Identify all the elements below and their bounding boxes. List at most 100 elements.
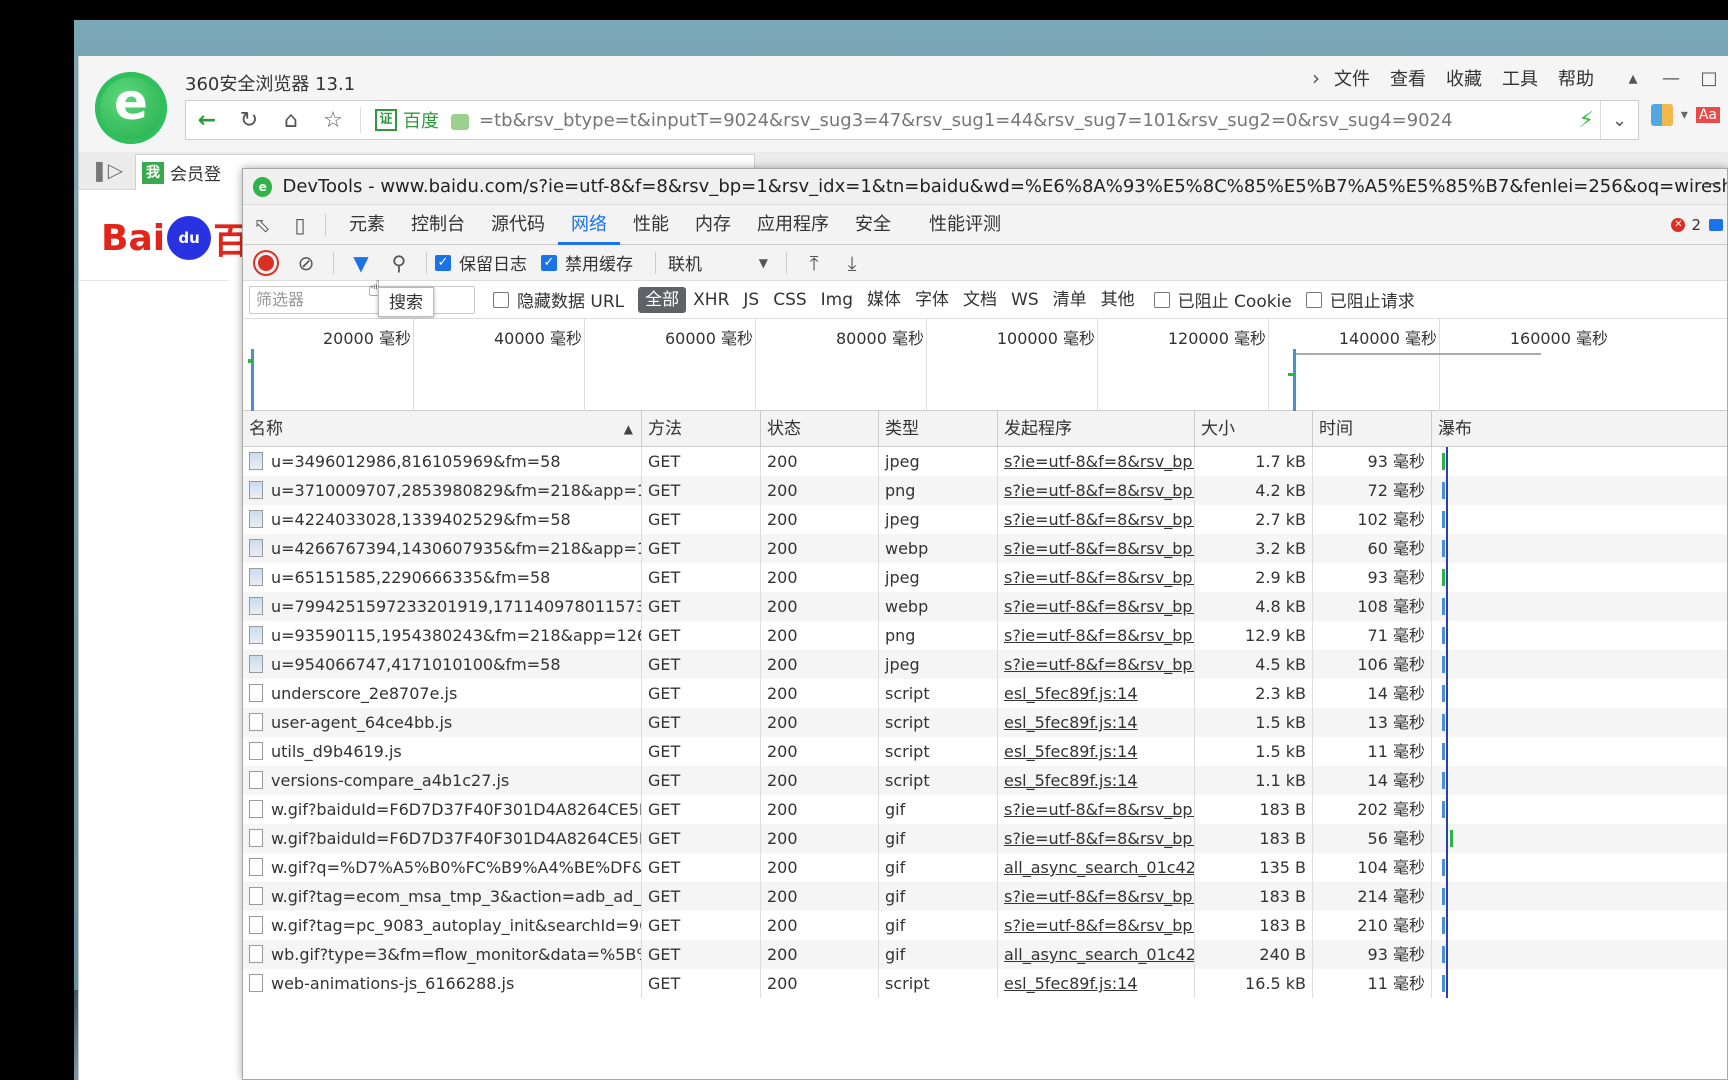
search-icon[interactable]: ⚲ xyxy=(380,246,418,280)
request-initiator[interactable]: s?ie=utf-8&f=8&rsv_bp... xyxy=(998,534,1195,563)
request-initiator[interactable]: esl_5fec89f.js:14 xyxy=(998,766,1195,795)
column-header-size[interactable]: 大小 xyxy=(1195,411,1313,447)
table-row[interactable]: underscore_2e8707e.js GET 200 script esl_5fe… xyxy=(243,679,1727,708)
request-initiator[interactable]: s?ie=utf-8&f=8&rsv_bp... xyxy=(998,563,1195,592)
type-filter-img[interactable]: Img xyxy=(814,287,860,313)
table-row[interactable]: w.gif?q=%D7%A5%B0%FC%B9%A4%BE%DF&f... GET… xyxy=(243,853,1727,882)
type-filter-doc[interactable]: 文档 xyxy=(956,287,1004,313)
column-header-waterfall[interactable]: 瀑布 xyxy=(1432,411,1727,447)
reload-icon[interactable]: ↻ xyxy=(228,101,270,139)
table-row[interactable]: u=4224033028,1339402529&fm=58 GET 200 jpeg s… xyxy=(243,505,1727,534)
site-identity[interactable]: 证 百度 xyxy=(375,107,439,133)
request-initiator[interactable]: esl_5fec89f.js:14 xyxy=(998,708,1195,737)
type-filter-all[interactable]: 全部 xyxy=(638,286,687,313)
skin-icon[interactable]: ▴ xyxy=(1614,64,1652,92)
menu-item-help[interactable]: 帮助 xyxy=(1558,65,1594,91)
disable-cache-checkbox[interactable]: ✓ 禁用缓存 xyxy=(541,250,633,275)
tab-performance[interactable]: 性能 xyxy=(620,205,682,245)
tab-network[interactable]: 网络 xyxy=(558,205,620,245)
record-button[interactable] xyxy=(255,251,277,274)
column-header-method[interactable]: 方法 xyxy=(642,411,761,447)
type-filter-css[interactable]: CSS xyxy=(766,287,813,313)
address-dropdown-icon[interactable]: ⌄ xyxy=(1600,101,1638,139)
table-row[interactable]: u=3496012986,816105969&fm=58 GET 200 jpeg s?… xyxy=(243,447,1727,476)
home-icon[interactable]: ⌂ xyxy=(270,101,312,139)
request-initiator[interactable]: s?ie=utf-8&f=8&rsv_bp... xyxy=(998,447,1195,476)
type-filter-manifest[interactable]: 清单 xyxy=(1046,287,1094,313)
table-row[interactable]: w.gif?tag=pc_9083_autoplay_init&searchId… xyxy=(243,911,1727,940)
tab-security[interactable]: 安全 xyxy=(842,205,904,245)
table-row[interactable]: u=3710009707,2853980829&fm=218&app=12...… xyxy=(243,476,1727,505)
translate-icon[interactable]: Aa xyxy=(1695,107,1720,123)
table-row[interactable]: wb.gif?type=3&fm=flow_monitor&data=%5B%.… xyxy=(243,940,1727,969)
column-header-status[interactable]: 状态 xyxy=(761,411,879,447)
table-row[interactable]: w.gif?baiduId=F6D7D37F40F301D4A8264CE5D9… xyxy=(243,824,1727,853)
speed-mode-icon[interactable]: ⚡ xyxy=(1579,108,1594,133)
export-har-icon[interactable]: ⤓ xyxy=(833,246,871,280)
menu-item-tools[interactable]: 工具 xyxy=(1502,65,1538,91)
throttling-select[interactable]: 联机 ▼ xyxy=(668,250,768,275)
type-filter-ws[interactable]: WS xyxy=(1004,287,1046,313)
request-initiator[interactable]: s?ie=utf-8&f=8&rsv_bp... xyxy=(998,882,1195,911)
menu-item-favorites[interactable]: 收藏 xyxy=(1446,65,1482,91)
network-overview[interactable]: 20000 毫秒 40000 毫秒 60000 毫秒 80000 毫秒 1000… xyxy=(243,319,1727,411)
inspect-element-icon[interactable]: ⬁ xyxy=(243,207,281,243)
url-input[interactable]: =tb&rsv_btype=t&inputT=9024&rsv_sug3=47&… xyxy=(479,110,1573,131)
maximize-button[interactable]: □ xyxy=(1690,64,1728,92)
request-initiator[interactable]: esl_5fec89f.js:14 xyxy=(998,737,1195,766)
table-row[interactable]: utils_d9b4619.js GET 200 script esl_5fec89f.… xyxy=(243,737,1727,766)
request-initiator[interactable]: s?ie=utf-8&f=8&rsv_bp... xyxy=(998,650,1195,679)
sidebar-toggle-icon[interactable]: ❚▷ xyxy=(91,158,123,182)
table-row[interactable]: u=7994251597233201919,17114097801157336.… xyxy=(243,592,1727,621)
request-initiator[interactable]: all_async_search_01c42... xyxy=(998,940,1195,969)
request-initiator[interactable]: s?ie=utf-8&f=8&rsv_bp... xyxy=(998,592,1195,621)
tab-memory[interactable]: 内存 xyxy=(682,205,744,245)
apps-grid-icon[interactable] xyxy=(1650,104,1673,126)
request-initiator[interactable]: all_async_search_01c42... xyxy=(998,853,1195,882)
preserve-log-checkbox[interactable]: ✓ 保留日志 xyxy=(435,250,527,275)
request-initiator[interactable]: s?ie=utf-8&f=8&rsv_bp... xyxy=(998,824,1195,853)
request-initiator[interactable]: esl_5fec89f.js:14 xyxy=(998,679,1195,708)
tab-console[interactable]: 控制台 xyxy=(398,205,478,245)
table-row[interactable]: web-animations-js_6166288.js GET 200 script… xyxy=(243,969,1727,998)
table-row[interactable]: user-agent_64ce4bb.js GET 200 script esl_5fe… xyxy=(243,708,1727,737)
type-filter-other[interactable]: 其他 xyxy=(1094,287,1142,313)
table-row[interactable]: u=65151585,2290666335&fm=58 GET 200 jpeg s?i… xyxy=(243,563,1727,592)
filter-input[interactable]: 筛选器 ☝ 搜索 xyxy=(249,277,475,317)
type-filter-media[interactable]: 媒体 xyxy=(860,287,908,313)
error-counter[interactable]: ✕ 2 xyxy=(1671,216,1723,234)
table-row[interactable]: u=93590115,1954380243&fm=218&app=126&...… xyxy=(243,621,1727,650)
request-initiator[interactable]: s?ie=utf-8&f=8&rsv_bp... xyxy=(998,621,1195,650)
tab-application[interactable]: 应用程序 xyxy=(744,205,842,245)
minimize-button[interactable]: — xyxy=(1652,64,1690,92)
back-arrow-icon[interactable]: ← xyxy=(186,101,228,139)
request-initiator[interactable]: s?ie=utf-8&f=8&rsv_bp... xyxy=(998,795,1195,824)
bookmark-star-icon[interactable]: ☆ xyxy=(312,101,354,139)
column-header-initiator[interactable]: 发起程序 xyxy=(998,411,1195,447)
type-filter-xhr[interactable]: XHR xyxy=(686,287,736,313)
blocked-cookies-checkbox[interactable]: 已阻止 Cookie xyxy=(1153,287,1292,312)
column-header-time[interactable]: 时间 xyxy=(1313,411,1432,447)
tab-elements[interactable]: 元素 xyxy=(336,205,398,245)
table-row[interactable]: versions-compare_a4b1c27.js GET 200 script e… xyxy=(243,766,1727,795)
column-header-type[interactable]: 类型 xyxy=(879,411,998,447)
request-initiator[interactable]: s?ie=utf-8&f=8&rsv_bp... xyxy=(998,911,1195,940)
blocked-requests-checkbox[interactable]: 已阻止请求 xyxy=(1305,287,1415,312)
type-filter-font[interactable]: 字体 xyxy=(908,287,956,313)
table-row[interactable]: w.gif?tag=ecom_msa_tmp_3&action=adb_ad_d… xyxy=(243,882,1727,911)
request-initiator[interactable]: esl_5fec89f.js:14 xyxy=(998,969,1195,998)
request-initiator[interactable]: s?ie=utf-8&f=8&rsv_bp... xyxy=(998,505,1195,534)
extension-dropdown-icon[interactable]: ▾ xyxy=(1681,107,1688,123)
table-row[interactable]: w.gif?baiduId=F6D7D37F40F301D4A8264CE5D9… xyxy=(243,795,1727,824)
tab-lighthouse[interactable]: 性能评测 xyxy=(916,205,1014,245)
menu-expand-icon[interactable]: › xyxy=(1312,66,1320,90)
hide-data-url-checkbox[interactable]: 隐藏数据 URL xyxy=(493,287,624,312)
table-row[interactable]: u=4266767394,1430607935&fm=218&app=12...… xyxy=(243,534,1727,563)
devtools-minimize-button[interactable]: — xyxy=(1703,173,1721,194)
type-filter-js[interactable]: JS xyxy=(736,287,766,313)
menu-item-view[interactable]: 查看 xyxy=(1390,65,1426,91)
clear-icon[interactable]: ⊘ xyxy=(287,246,325,280)
import-har-icon[interactable]: ⤒ xyxy=(795,246,833,280)
device-toolbar-icon[interactable]: ▯ xyxy=(281,207,319,243)
filter-icon[interactable]: ▼ xyxy=(342,246,380,280)
